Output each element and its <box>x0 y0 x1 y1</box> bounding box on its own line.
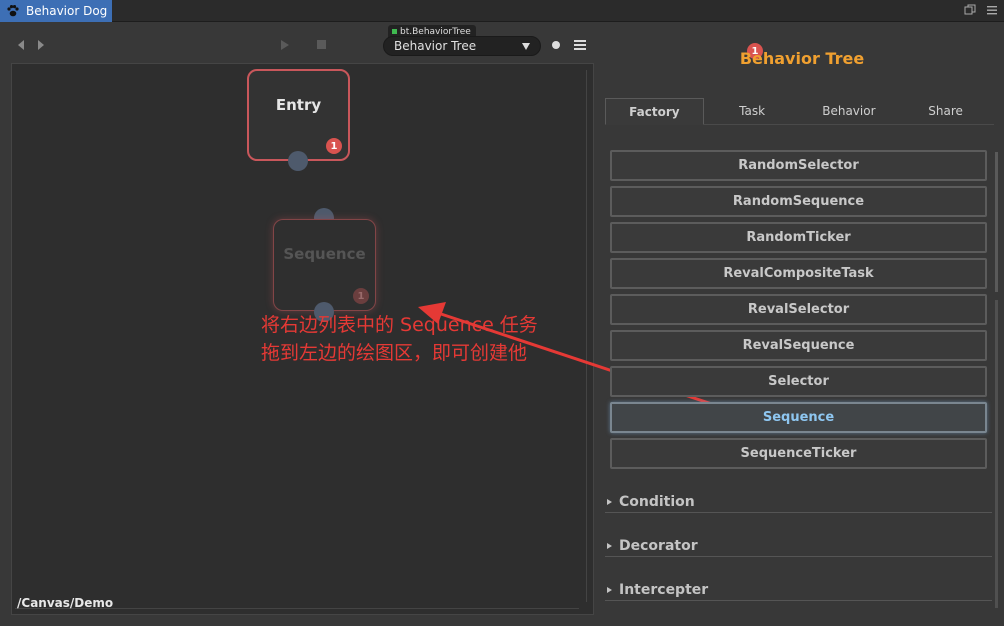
tab-factory[interactable]: Factory <box>605 98 704 125</box>
window-tab-label: Behavior Dog <box>26 4 108 18</box>
factory-item-list: RandomSelector RandomSequence RandomTick… <box>610 150 987 474</box>
factory-item-randomsequence[interactable]: RandomSequence <box>610 186 987 217</box>
tab-task[interactable]: Task <box>704 98 801 124</box>
entry-node-badge: 1 <box>326 138 342 154</box>
entry-node[interactable]: Entry 1 <box>247 69 350 161</box>
factory-item-revalselector[interactable]: RevalSelector <box>610 294 987 325</box>
expand-triangle-icon <box>607 542 612 549</box>
annotation-line-2: 拖到左边的绘图区，即可创建他 <box>261 342 528 364</box>
factory-item-sequence[interactable]: Sequence <box>610 402 987 433</box>
paw-icon <box>7 5 19 17</box>
sequence-node-ghost[interactable]: Sequence 1 <box>273 219 376 311</box>
panel-scrollbar-track[interactable] <box>995 300 998 608</box>
instruction-annotation: 将右边列表中的 Sequence 任务 拖到左边的绘图区，即可创建他 <box>261 311 538 367</box>
forward-arrow-icon[interactable] <box>38 40 44 50</box>
stop-icon[interactable] <box>317 40 326 49</box>
factory-item-revalcompositetask[interactable]: RevalCompositeTask <box>610 258 987 289</box>
factory-item-sequenceticker[interactable]: SequenceTicker <box>610 438 987 469</box>
factory-item-randomselector[interactable]: RandomSelector <box>610 150 987 181</box>
status-indicator-icon <box>392 29 397 34</box>
tab-behavior[interactable]: Behavior <box>801 98 898 124</box>
tab-share[interactable]: Share <box>897 98 994 124</box>
sequence-node-title: Sequence <box>283 245 366 263</box>
section-condition[interactable]: Condition <box>605 491 992 513</box>
window-tab[interactable]: Behavior Dog <box>0 0 112 22</box>
factory-item-selector[interactable]: Selector <box>610 366 987 397</box>
back-arrow-icon[interactable] <box>18 40 24 50</box>
expand-triangle-icon <box>607 586 612 593</box>
tree-type-text: bt.BehaviorTree <box>400 26 471 37</box>
toolbar: bt.BehaviorTree Behavior Tree <box>0 22 600 62</box>
canvas-path: /Canvas/Demo <box>17 596 114 610</box>
panel-title: Behavior Tree <box>739 49 865 68</box>
play-icon[interactable] <box>281 40 289 50</box>
title-bar: Behavior Dog <box>0 0 1004 22</box>
section-decorator[interactable]: Decorator <box>605 535 992 557</box>
canvas-vertical-scrollbar[interactable] <box>586 70 587 602</box>
expand-triangle-icon <box>607 498 612 505</box>
restore-icon[interactable] <box>964 4 976 16</box>
hamburger-menu-icon[interactable] <box>574 40 586 50</box>
window-menu-icon[interactable] <box>986 4 998 16</box>
dropdown-caret-icon <box>522 43 530 50</box>
section-decorator-label: Decorator <box>619 537 698 554</box>
entry-node-title: Entry <box>275 96 322 114</box>
section-intercepter-label: Intercepter <box>619 581 709 598</box>
factory-item-randomticker[interactable]: RandomTicker <box>610 222 987 253</box>
tree-select-value: Behavior Tree <box>394 39 477 53</box>
section-condition-label: Condition <box>619 493 695 510</box>
annotation-line-1: 将右边列表中的 Sequence 任务 <box>261 314 538 336</box>
tree-select[interactable]: Behavior Tree <box>383 36 541 56</box>
sequence-node-badge: 1 <box>353 288 369 304</box>
panel-scrollbar-thumb[interactable] <box>995 152 998 292</box>
record-dot-icon[interactable] <box>552 41 560 49</box>
section-intercepter[interactable]: Intercepter <box>605 579 992 601</box>
entry-output-port[interactable] <box>288 151 308 171</box>
panel-tabs: Factory Task Behavior Share <box>605 98 994 125</box>
factory-item-revalsequence[interactable]: RevalSequence <box>610 330 987 361</box>
